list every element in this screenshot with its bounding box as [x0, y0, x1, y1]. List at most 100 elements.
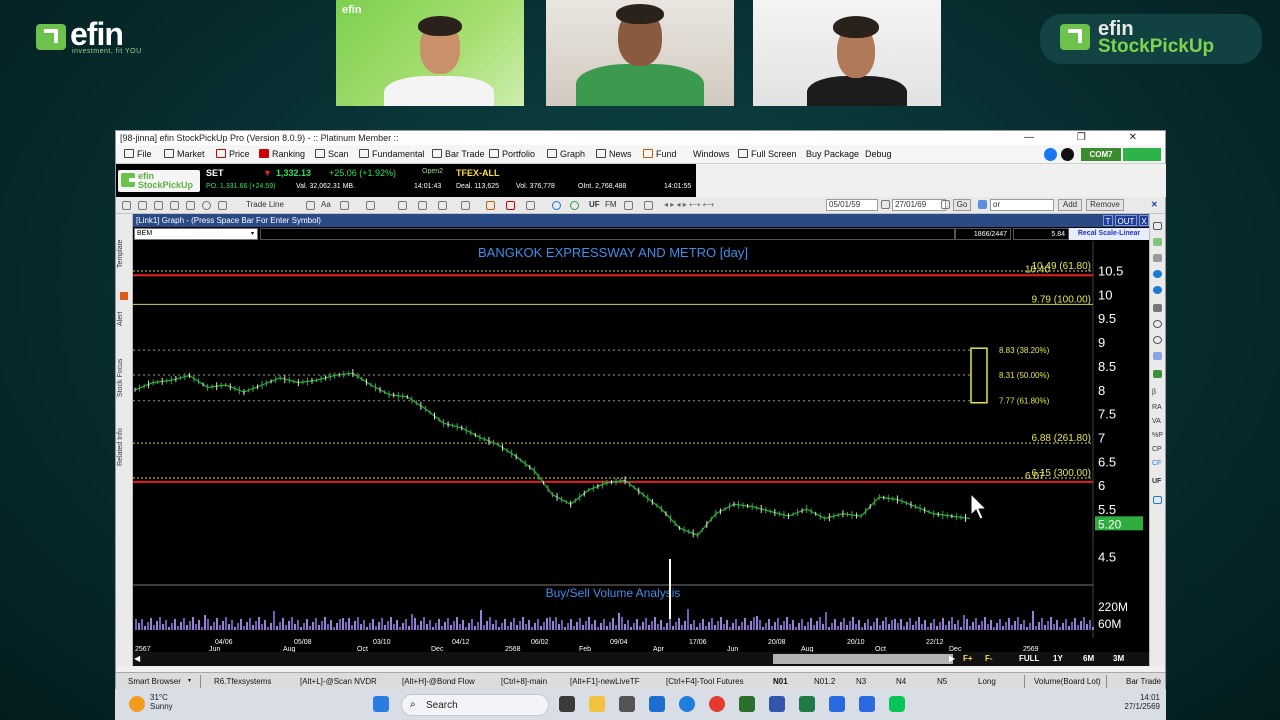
tool-grid-icon[interactable]: [1153, 370, 1162, 378]
uf-side-button[interactable]: UF: [1152, 478, 1161, 485]
graph-out-button[interactable]: OUT: [1115, 215, 1137, 226]
status-tab-bar-trade[interactable]: Bar Trade: [1126, 677, 1161, 686]
line-tool-icon[interactable]: [154, 201, 163, 210]
status-tab-n01[interactable]: N01: [773, 677, 788, 686]
tool-gray-icon[interactable]: [1153, 254, 1162, 262]
date-from-field[interactable]: 05/01/59: [826, 199, 878, 211]
app-s-icon[interactable]: [829, 696, 845, 712]
chevron-down-icon[interactable]: ▾: [251, 230, 254, 237]
cf-button[interactable]: CF: [1152, 460, 1161, 467]
status-tab-volume[interactable]: Volume(Board Lot): [1034, 677, 1101, 686]
menu-ranking[interactable]: Ranking: [259, 149, 305, 159]
period-6m[interactable]: 6M: [1083, 654, 1094, 663]
task-view-icon[interactable]: [559, 696, 575, 712]
rect-tool-icon[interactable]: [218, 201, 227, 210]
status-tab-newlivetf[interactable]: [Alt+F1]-newLiveTF: [570, 677, 640, 686]
left-tab-related-info[interactable]: Related Info: [117, 428, 124, 466]
circle-tool-icon[interactable]: [202, 201, 211, 210]
menu-bar-trade[interactable]: Bar Trade: [432, 149, 485, 159]
delete-tool-icon[interactable]: [461, 201, 470, 210]
graph-t-button[interactable]: T: [1103, 215, 1113, 226]
smart-browser-chevron-icon[interactable]: ▾: [188, 677, 191, 684]
left-tab-template[interactable]: Template: [117, 240, 124, 268]
close-toolbar-icon[interactable]: ✕: [1151, 200, 1158, 209]
tool-chart-icon[interactable]: [1153, 352, 1162, 360]
status-tab-r6[interactable]: R6.Tfexsystems: [214, 677, 271, 686]
print-icon[interactable]: [624, 201, 633, 210]
font-tool[interactable]: Aa: [321, 200, 331, 209]
percent-p-button[interactable]: %P: [1152, 432, 1163, 439]
status-tab-n3[interactable]: N3: [856, 677, 866, 686]
add-button[interactable]: Add: [1058, 199, 1082, 211]
menu-windows[interactable]: Windows: [693, 149, 730, 159]
date-to-field[interactable]: 27/01/69: [892, 199, 946, 211]
line-app-icon[interactable]: [889, 696, 905, 712]
alarm-tool-icon[interactable]: [506, 201, 515, 210]
nav-arrows-icon[interactable]: ◂ ▸ ◂ ▸ ⟷ ⟷: [664, 200, 714, 209]
left-tab-alert[interactable]: Alert: [117, 312, 124, 326]
chart-scrollbar[interactable]: ◀ ▶ F+ F- FULL 1Y 6M 3M: [133, 652, 1149, 666]
va-button[interactable]: VA: [1152, 418, 1161, 425]
tool-green-icon[interactable]: [1153, 238, 1162, 246]
trade-line-button[interactable]: Trade Line: [246, 200, 284, 209]
period-f-minus[interactable]: F-: [985, 654, 993, 663]
ra-button[interactable]: RA: [1152, 404, 1162, 411]
menu-file[interactable]: File: [124, 149, 152, 159]
fm-button[interactable]: FM: [605, 200, 617, 209]
menu-portfolio[interactable]: Portfolio: [489, 149, 535, 159]
period-f-plus[interactable]: F+: [963, 654, 973, 663]
status-tab-bond-flow[interactable]: [Alt+H]-@Bond Flow: [402, 677, 475, 686]
globe-tool-icon[interactable]: [552, 201, 561, 210]
status-tab-tool-futures[interactable]: [Ctrl+F4]-Tool Futures: [666, 677, 744, 686]
store-icon[interactable]: [619, 696, 635, 712]
zoom2-icon[interactable]: [1153, 336, 1162, 344]
menu-price[interactable]: Price: [216, 149, 250, 159]
calendar-icon[interactable]: [881, 200, 890, 209]
menu-graph[interactable]: Graph: [547, 149, 585, 159]
symbol-input[interactable]: BEM: [134, 228, 258, 240]
recal-scale-button[interactable]: Recal Scale-Linear: [1069, 228, 1149, 240]
menu-fundamental[interactable]: Fundamental: [359, 149, 425, 159]
status-tab-n4[interactable]: N4: [896, 677, 906, 686]
menu-debug[interactable]: Debug: [865, 149, 892, 159]
crosshair-tool-icon[interactable]: [138, 201, 147, 210]
scroll-left-icon[interactable]: ◀: [134, 654, 144, 664]
status-smart-browser[interactable]: Smart Browser: [128, 677, 181, 686]
list-icon[interactable]: [978, 200, 987, 209]
ray-tool-icon[interactable]: [170, 201, 179, 210]
pitchfork-tool-icon[interactable]: [418, 201, 427, 210]
tool-blue2-icon[interactable]: [1153, 286, 1162, 294]
cursor-tool-icon[interactable]: [122, 201, 131, 210]
filter-select[interactable]: or: [990, 199, 1054, 211]
calendar-icon[interactable]: [941, 200, 950, 209]
refresh-icon[interactable]: [570, 201, 579, 210]
price-chart[interactable]: BANGKOK EXPRESSWAY AND METRO [day] 10.49 …: [133, 241, 1149, 638]
go-button[interactable]: Go: [953, 199, 971, 211]
scroll-thumb[interactable]: [773, 654, 953, 664]
status-tab-main[interactable]: [Ctrl+8]-main: [501, 677, 547, 686]
cp-button[interactable]: CP: [1152, 446, 1162, 453]
file-explorer-icon[interactable]: [589, 696, 605, 712]
menu-market[interactable]: Market: [164, 149, 205, 159]
text-tool-icon[interactable]: [306, 201, 315, 210]
hline-tool-icon[interactable]: [186, 201, 195, 210]
pattern-tool-icon[interactable]: [438, 201, 447, 210]
menu-scan[interactable]: Scan: [315, 149, 349, 159]
facebook-icon[interactable]: [1044, 148, 1057, 161]
window-icon[interactable]: [1153, 222, 1162, 230]
taskbar-search[interactable]: ⌕ Search: [401, 694, 549, 716]
weather-widget[interactable]: 31°C Sunny: [150, 693, 173, 711]
status-tab-long[interactable]: Long: [978, 677, 996, 686]
zoom-icon[interactable]: [1153, 320, 1162, 328]
uf-button[interactable]: UF: [589, 200, 600, 209]
period-1y[interactable]: 1Y: [1053, 654, 1063, 663]
settings-tool-icon[interactable]: [526, 201, 535, 210]
chrome-icon[interactable]: [709, 696, 725, 712]
menu-full-screen[interactable]: Full Screen: [738, 149, 797, 159]
app-teams-icon[interactable]: [769, 696, 785, 712]
menu-news[interactable]: News: [596, 149, 632, 159]
x-icon[interactable]: [1061, 148, 1074, 161]
tool-blue-icon[interactable]: [1153, 270, 1162, 278]
left-tab-stock-focus[interactable]: Stock Focus: [117, 358, 124, 397]
menu-buy-package[interactable]: Buy Package: [806, 149, 859, 159]
